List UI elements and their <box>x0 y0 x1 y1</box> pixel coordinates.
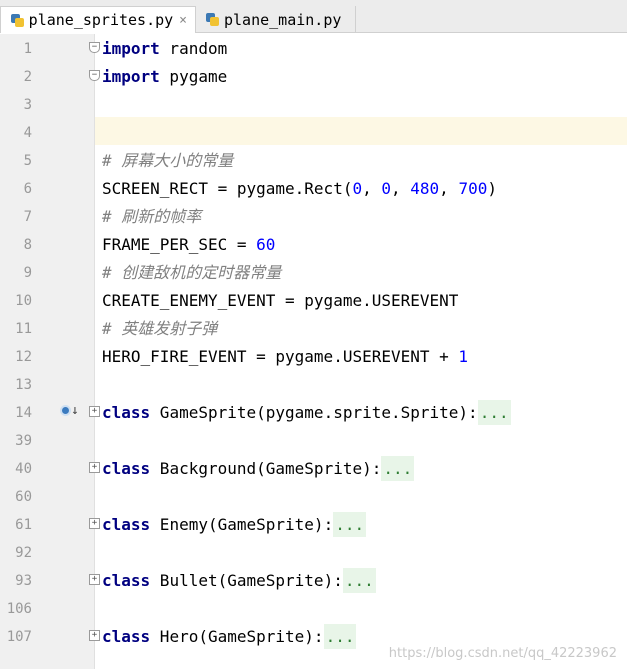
line-number: 1 <box>23 41 32 57</box>
code-line[interactable]: # 屏幕大小的常量 <box>102 147 233 175</box>
line-number: 3 <box>23 97 32 113</box>
line-number: 2 <box>23 69 32 85</box>
fold-expand-icon[interactable]: + <box>89 462 100 473</box>
fold-expand-icon[interactable]: + <box>89 406 100 417</box>
line-number: 106 <box>6 601 32 617</box>
line-number: 9 <box>23 265 32 281</box>
fold-expand-icon[interactable]: + <box>89 518 100 529</box>
line-number: 5 <box>23 153 32 169</box>
tab-plane-sprites[interactable]: plane_sprites.py × <box>0 6 196 33</box>
code-line[interactable]: SCREEN_RECT = pygame.Rect(0, 0, 480, 700… <box>102 175 497 203</box>
code-line[interactable]: class Bullet(GameSprite):... <box>102 567 376 595</box>
tab-plane-main[interactable]: plane_main.py <box>196 6 356 33</box>
code-line[interactable]: FRAME_PER_SEC = 60 <box>102 231 275 259</box>
python-file-icon <box>205 12 220 27</box>
code-line[interactable]: import random <box>102 35 227 63</box>
line-number: 40 <box>15 461 32 477</box>
code-line[interactable]: CREATE_ENEMY_EVENT = pygame.USEREVENT <box>102 287 458 315</box>
editor-tab-bar: plane_sprites.py × plane_main.py <box>0 0 627 33</box>
line-number: 14 <box>15 405 32 421</box>
code-line[interactable]: HERO_FIRE_EVENT = pygame.USEREVENT + 1 <box>102 343 468 371</box>
fold-collapse-icon[interactable]: − <box>89 70 100 81</box>
code-line[interactable]: # 创建敌机的定时器常量 <box>102 259 281 287</box>
code-line[interactable]: # 刷新的帧率 <box>102 203 201 231</box>
line-number: 92 <box>15 545 32 561</box>
fold-collapse-icon[interactable]: − <box>89 42 100 53</box>
line-number: 13 <box>15 377 32 393</box>
code-line[interactable]: # 英雄发射子弹 <box>102 315 217 343</box>
line-number: 11 <box>15 321 32 337</box>
fold-expand-icon[interactable]: + <box>89 574 100 585</box>
close-icon[interactable]: × <box>179 13 187 28</box>
code-line[interactable]: class Hero(GameSprite):... <box>102 623 357 651</box>
line-number: 7 <box>23 209 32 225</box>
line-number: 6 <box>23 181 32 197</box>
watermark: https://blog.csdn.net/qq_42223962 <box>388 646 617 661</box>
line-number: 4 <box>23 125 32 141</box>
line-number: 12 <box>15 349 32 365</box>
python-file-icon <box>10 13 25 28</box>
line-number: 8 <box>23 237 32 253</box>
fold-expand-icon[interactable]: + <box>89 630 100 641</box>
caret-line-highlight <box>95 117 627 145</box>
line-number: 60 <box>15 489 32 505</box>
overridden-method-icon[interactable]: ↓ <box>60 404 79 420</box>
code-line[interactable]: class Background(GameSprite):... <box>102 455 415 483</box>
code-line[interactable]: class Enemy(GameSprite):... <box>102 511 367 539</box>
line-number: 107 <box>6 629 32 645</box>
code-line[interactable]: class GameSprite(pygame.sprite.Sprite):.… <box>102 399 511 427</box>
line-number: 93 <box>15 573 32 589</box>
line-number: 61 <box>15 517 32 533</box>
code-line[interactable]: import pygame <box>102 63 227 91</box>
tab-label: plane_main.py <box>224 10 342 29</box>
tab-label: plane_sprites.py <box>28 11 174 29</box>
line-number: 10 <box>15 293 32 309</box>
line-number: 39 <box>15 433 32 449</box>
